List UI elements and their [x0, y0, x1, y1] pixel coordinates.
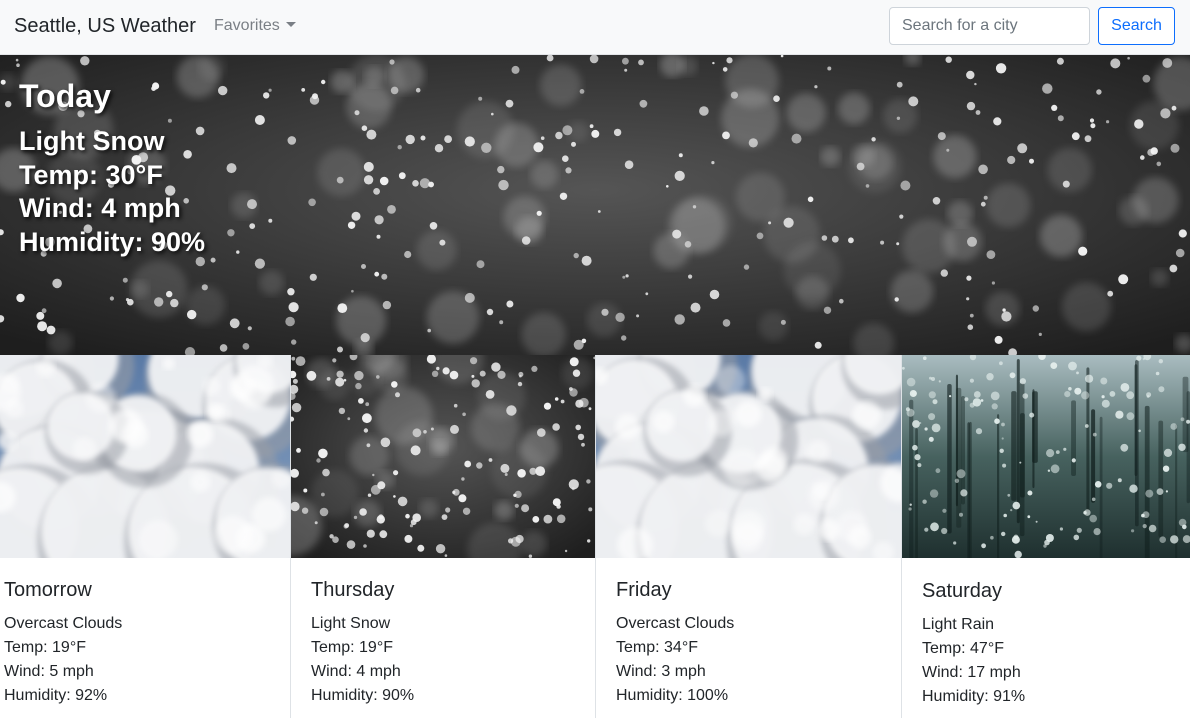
city-search-input[interactable] — [889, 7, 1090, 45]
forecast-card-body: Friday Overcast Clouds Temp: 34°F Wind: … — [616, 578, 734, 708]
forecast-card: Tomorrow Overcast Clouds Temp: 19°F Wind… — [0, 355, 290, 718]
today-wind: Wind: 4 mph — [19, 193, 181, 223]
forecast-day: Friday — [616, 579, 672, 601]
rain-photo — [902, 355, 1190, 558]
forecast-humidity: Humidity: 92% — [4, 687, 108, 704]
forecast-condition: Overcast Clouds — [4, 615, 123, 632]
forecast-condition: Light Rain — [922, 616, 995, 633]
forecast-humidity: Humidity: 91% — [922, 688, 1026, 705]
forecast-card: Saturday Light Rain Temp: 47°F Wind: 17 … — [901, 355, 1190, 718]
forecast-card-body: Tomorrow Overcast Clouds Temp: 19°F Wind… — [4, 578, 122, 708]
forecast-temp: Temp: 47°F — [922, 640, 1004, 657]
forecast-image — [291, 355, 595, 558]
today-condition: Light Snow — [19, 126, 165, 156]
forecast-day: Saturday — [922, 580, 1003, 602]
caret-down-icon — [285, 22, 296, 27]
clouds-photo — [596, 355, 901, 558]
forecast-condition: Light Snow — [311, 615, 391, 632]
forecast-condition: Overcast Clouds — [616, 615, 735, 632]
today-details: Today Light Snow Temp: 30°F Wind: 4 mph … — [19, 77, 205, 259]
forecast-card: Thursday Light Snow Temp: 19°F Wind: 4 m… — [290, 355, 595, 718]
forecast-humidity: Humidity: 100% — [616, 687, 729, 704]
forecast-day: Tomorrow — [4, 579, 92, 601]
forecast-card-body: Thursday Light Snow Temp: 19°F Wind: 4 m… — [311, 578, 414, 708]
forecast-temp: Temp: 19°F — [4, 639, 86, 656]
today-title: Today — [19, 78, 111, 114]
snow-photo — [291, 355, 595, 558]
forecast-card-body: Saturday Light Rain Temp: 47°F Wind: 17 … — [922, 579, 1025, 709]
forecast-temp: Temp: 19°F — [311, 639, 393, 656]
search-button[interactable]: Search — [1098, 7, 1175, 45]
forecast-temp: Temp: 34°F — [616, 639, 698, 656]
forecast-card: Friday Overcast Clouds Temp: 34°F Wind: … — [595, 355, 901, 718]
forecast-day: Thursday — [311, 579, 395, 601]
navbar: Seattle, US Weather Favorites Search — [0, 0, 1190, 55]
forecast-humidity: Humidity: 90% — [311, 687, 415, 704]
clouds-photo — [0, 355, 290, 558]
favorites-label: Favorites — [214, 17, 280, 34]
brand-title[interactable]: Seattle, US Weather — [14, 14, 196, 38]
forecast-wind: Wind: 17 mph — [922, 664, 1021, 681]
forecast-wind: Wind: 4 mph — [311, 663, 401, 680]
favorites-dropdown[interactable]: Favorites — [214, 16, 296, 36]
forecast-image — [0, 355, 290, 558]
forecast-image — [902, 355, 1190, 558]
today-hero: Today Light Snow Temp: 30°F Wind: 4 mph … — [0, 55, 1190, 355]
today-humidity: Humidity: 90% — [19, 226, 206, 257]
forecast-wind: Wind: 3 mph — [616, 663, 706, 680]
today-temp: Temp: 30°F — [19, 159, 163, 190]
forecast-image — [596, 355, 901, 558]
forecast-wind: Wind: 5 mph — [4, 663, 94, 680]
